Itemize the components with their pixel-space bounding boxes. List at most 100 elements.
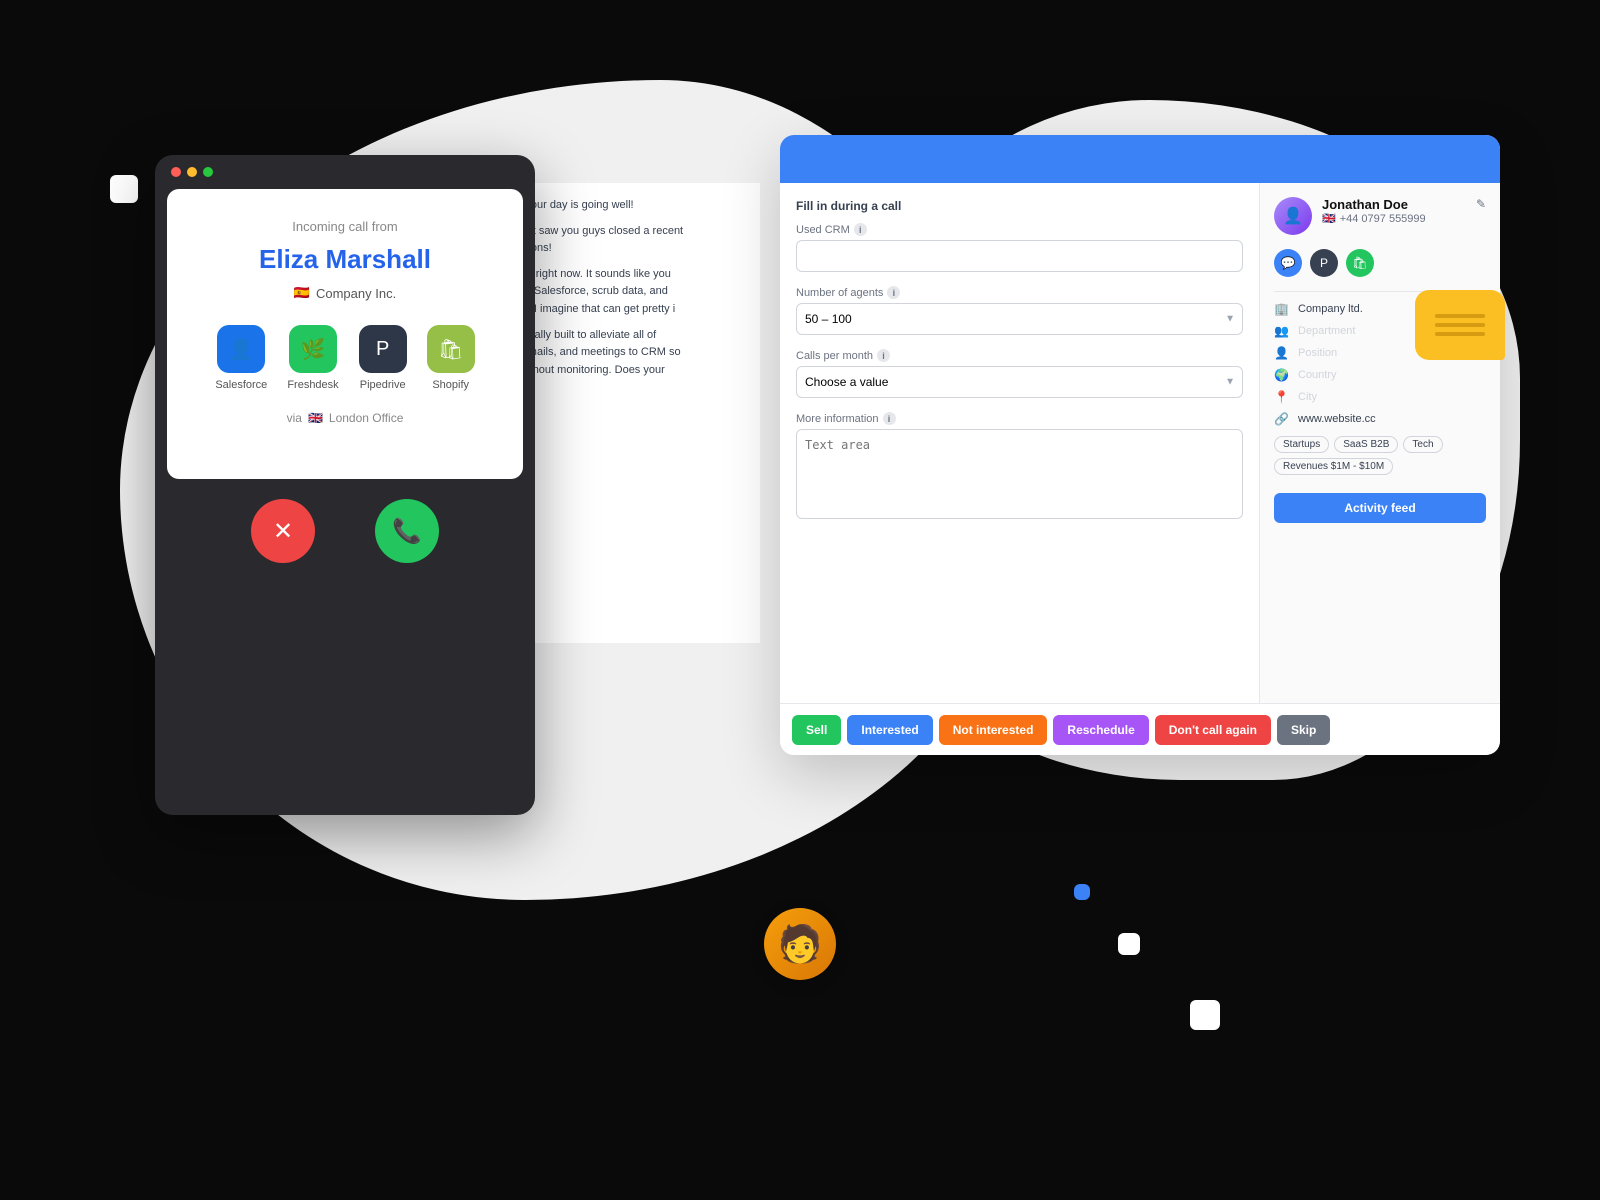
calls-select-wrapper: Choose a value 0 – 100 100 – 500 500+ ▼ xyxy=(796,366,1243,398)
contact-website: www.website.cc xyxy=(1298,413,1376,425)
dont-call-button[interactable]: Don't call again xyxy=(1155,715,1271,745)
not-interested-button[interactable]: Not interested xyxy=(939,715,1048,745)
contact-country-row: 🌍 Country xyxy=(1274,368,1486,382)
contact-header: 👤 Jonathan Doe 🇬🇧 +44 0797 555999 ✎ xyxy=(1274,197,1486,235)
contact-city-row: 📍 City xyxy=(1274,390,1486,404)
integrations-row: 👤 Salesforce 🌿 Freshdesk P Pipedrive 🛍 S… xyxy=(187,325,503,391)
contact-website-row: 🔗 www.website.cc xyxy=(1274,412,1486,426)
crm-body: Fill in during a call Used CRM i Number … xyxy=(780,183,1500,703)
shopify-label: Shopify xyxy=(432,379,469,391)
yellow-chat-line-3 xyxy=(1435,332,1485,336)
phone-content: Incoming call from Eliza Marshall 🇪🇸 Com… xyxy=(167,189,523,479)
more-info-group: More information i xyxy=(796,412,1243,524)
avatar-image: 👤 xyxy=(1274,197,1312,235)
deco-square-6 xyxy=(1190,1000,1220,1030)
website-icon: 🔗 xyxy=(1274,412,1290,426)
app-icon-chat[interactable]: 💬 xyxy=(1274,249,1302,277)
tag-saas: SaaS B2B xyxy=(1334,436,1398,453)
reschedule-button[interactable]: Reschedule xyxy=(1053,715,1148,745)
salesforce-label: Salesforce xyxy=(215,379,267,391)
contact-avatar: 👤 xyxy=(1274,197,1312,235)
dot-green xyxy=(203,167,213,177)
building-icon: 🏢 xyxy=(1274,302,1290,316)
tags-row: Startups SaaS B2B Tech Revenues $1M - $1… xyxy=(1274,436,1486,475)
calls-per-month-select[interactable]: Choose a value 0 – 100 100 – 500 500+ xyxy=(796,366,1243,398)
num-agents-arrow-icon: ▼ xyxy=(1225,314,1235,325)
num-agents-group: Number of agents i 50 – 100 1 – 10 10 – … xyxy=(796,286,1243,335)
integration-pipedrive: P Pipedrive xyxy=(359,325,407,391)
salesforce-icon: 👤 xyxy=(217,325,265,373)
incoming-label: Incoming call from xyxy=(187,219,503,234)
decline-button[interactable]: ✕ xyxy=(251,499,315,563)
activity-feed-button[interactable]: Activity feed xyxy=(1274,493,1486,523)
fill-in-label: Fill in during a call xyxy=(796,199,1243,213)
phone-widget: Incoming call from Eliza Marshall 🇪🇸 Com… xyxy=(155,155,535,815)
num-agents-info-icon: i xyxy=(887,286,900,299)
yellow-chat-line-2 xyxy=(1435,323,1485,327)
scene: Incoming call from Eliza Marshall 🇪🇸 Com… xyxy=(0,0,1600,1200)
deco-square-7 xyxy=(1074,884,1090,900)
dot-yellow xyxy=(187,167,197,177)
contact-position: Position xyxy=(1298,347,1337,359)
calls-per-month-group: Calls per month i Choose a value 0 – 100… xyxy=(796,349,1243,398)
num-agents-select[interactable]: 50 – 100 1 – 10 10 – 50 100+ xyxy=(796,303,1243,335)
shopify-icon: 🛍 xyxy=(427,325,475,373)
freshdesk-icon: 🌿 xyxy=(289,325,337,373)
contact-phone-number: +44 0797 555999 xyxy=(1340,213,1426,225)
crm-panel: Fill in during a call Used CRM i Number … xyxy=(780,135,1500,755)
accept-button[interactable]: 📞 xyxy=(375,499,439,563)
contact-name: Jonathan Doe xyxy=(1322,197,1486,212)
freshdesk-label: Freshdesk xyxy=(287,379,338,391)
contact-department: Department xyxy=(1298,325,1355,337)
more-info-label: More information i xyxy=(796,412,1243,425)
crm-form-panel: Fill in during a call Used CRM i Number … xyxy=(780,183,1260,703)
app-icon-shopify[interactable]: 🛍 xyxy=(1346,249,1374,277)
contact-city: City xyxy=(1298,391,1317,403)
integration-salesforce: 👤 Salesforce xyxy=(215,325,267,391)
avatar-bottom: 🧑 xyxy=(764,908,836,980)
more-info-icon: i xyxy=(883,412,896,425)
deco-square-5 xyxy=(1118,933,1140,955)
phone-title-bar xyxy=(155,155,535,189)
contact-info: Jonathan Doe 🇬🇧 +44 0797 555999 xyxy=(1322,197,1486,225)
via-location: London Office xyxy=(329,411,404,425)
used-crm-input[interactable] xyxy=(796,240,1243,272)
num-agents-select-wrapper: 50 – 100 1 – 10 10 – 50 100+ ▼ xyxy=(796,303,1243,335)
used-crm-info-icon: i xyxy=(854,223,867,236)
calls-arrow-icon: ▼ xyxy=(1225,377,1235,388)
calls-per-month-label: Calls per month i xyxy=(796,349,1243,362)
contact-apps: 💬 P 🛍 xyxy=(1274,249,1486,277)
company-name: Company Inc. xyxy=(316,286,396,301)
crm-footer: Sell Interested Not interested Reschedul… xyxy=(780,703,1500,755)
tag-tech: Tech xyxy=(1403,436,1442,453)
skip-button[interactable]: Skip xyxy=(1277,715,1330,745)
contact-phone: 🇬🇧 +44 0797 555999 xyxy=(1322,212,1486,225)
contact-country: Country xyxy=(1298,369,1337,381)
edit-contact-icon[interactable]: ✎ xyxy=(1476,197,1486,211)
integration-shopify: 🛍 Shopify xyxy=(427,325,475,391)
via-flag: 🇬🇧 xyxy=(308,411,323,425)
position-icon: 👤 xyxy=(1274,346,1290,360)
num-agents-label: Number of agents i xyxy=(796,286,1243,299)
contact-flag: 🇬🇧 xyxy=(1322,212,1336,225)
pipedrive-icon: P xyxy=(359,325,407,373)
deco-square-1 xyxy=(110,175,138,203)
company-flag: 🇪🇸 xyxy=(294,285,310,301)
pipedrive-label: Pipedrive xyxy=(360,379,406,391)
more-info-textarea[interactable] xyxy=(796,429,1243,519)
yellow-chat-line-1 xyxy=(1435,314,1485,318)
used-crm-label: Used CRM i xyxy=(796,223,1243,236)
sell-button[interactable]: Sell xyxy=(792,715,841,745)
interested-button[interactable]: Interested xyxy=(847,715,932,745)
dot-red xyxy=(171,167,181,177)
contact-company: Company ltd. xyxy=(1298,303,1363,315)
caller-name: Eliza Marshall xyxy=(187,244,503,275)
city-icon: 📍 xyxy=(1274,390,1290,404)
used-crm-group: Used CRM i xyxy=(796,223,1243,272)
company-row: 🇪🇸 Company Inc. xyxy=(187,285,503,301)
tag-revenues: Revenues $1M - $10M xyxy=(1274,458,1393,475)
via-text: via xyxy=(287,411,302,425)
chat-bubble-right xyxy=(1415,290,1505,360)
app-icon-pipedrive[interactable]: P xyxy=(1310,249,1338,277)
department-icon: 👥 xyxy=(1274,324,1290,338)
